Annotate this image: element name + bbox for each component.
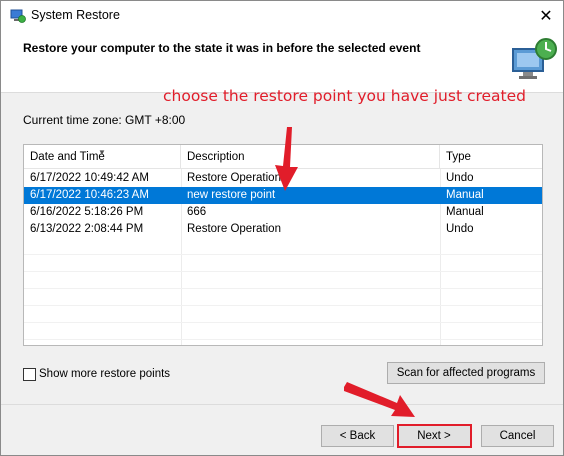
table-row[interactable]: 6/16/2022 5:18:26 PM 666 Manual (24, 204, 542, 221)
table-row[interactable]: 6/13/2022 2:08:44 PM Restore Operation U… (24, 221, 542, 238)
cancel-button[interactable]: Cancel (481, 425, 554, 447)
window-title: System Restore (31, 8, 120, 22)
page-title: Restore your computer to the state it wa… (23, 41, 421, 55)
timezone-label: Current time zone: GMT +8:00 (23, 113, 186, 127)
back-button[interactable]: < Back (321, 425, 394, 447)
cell-date-time: 6/17/2022 10:49:42 AM (30, 172, 149, 184)
row-divider (24, 322, 542, 323)
cell-description: Restore Operation (187, 172, 281, 184)
row-divider (24, 271, 542, 272)
next-button[interactable]: Next > (397, 425, 471, 447)
show-more-restore-points-option[interactable]: Show more restore points (23, 366, 170, 382)
sort-caret-icon: ▼ (98, 148, 106, 157)
cell-type: Manual (446, 189, 484, 201)
close-button[interactable]: ✕ (529, 1, 563, 31)
list-header: ▼ Date and Time Description Type (24, 145, 542, 169)
cell-description: new restore point (187, 189, 276, 201)
column-header-label: Description (187, 151, 245, 163)
show-more-checkbox[interactable] (23, 367, 36, 381)
system-restore-app-icon (10, 9, 26, 23)
cell-type: Manual (446, 206, 484, 218)
row-divider (24, 339, 542, 340)
column-header-label: Date and Time (30, 151, 105, 163)
header-band: Restore your computer to the state it wa… (1, 31, 563, 93)
arrow-to-next-button-icon (344, 382, 415, 417)
cell-date-time: 6/13/2022 2:08:44 PM (30, 223, 144, 235)
system-restore-window: System Restore ✕ Restore your computer t… (0, 0, 564, 456)
table-row-selected[interactable]: 6/17/2022 10:46:23 AM new restore point … (24, 187, 542, 204)
cell-date-time: 6/16/2022 5:18:26 PM (30, 206, 144, 218)
column-header-description[interactable]: Description (181, 145, 440, 169)
column-header-label: Type (446, 151, 471, 163)
cell-type: Undo (446, 172, 474, 184)
cell-type: Undo (446, 223, 474, 235)
column-header-type[interactable]: Type (440, 145, 542, 169)
cell-description: 666 (187, 206, 207, 218)
annotation-text: choose the restore point you have just c… (163, 87, 526, 105)
row-divider (24, 288, 542, 289)
cell-date-time: 6/17/2022 10:46:23 AM (30, 189, 149, 201)
system-restore-icon (512, 38, 557, 79)
row-divider (24, 305, 542, 306)
show-more-label: Show more restore points (39, 368, 171, 380)
close-icon: ✕ (539, 8, 553, 25)
restore-points-list[interactable]: ▼ Date and Time Description Type 6/17/20… (23, 144, 543, 346)
table-row[interactable]: 6/17/2022 10:49:42 AM Restore Operation … (24, 170, 542, 187)
scan-affected-programs-button[interactable]: Scan for affected programs (387, 362, 545, 384)
footer-divider (1, 404, 563, 405)
title-bar[interactable]: System Restore ✕ (1, 1, 563, 31)
cell-description: Restore Operation (187, 223, 281, 235)
row-divider (24, 254, 542, 255)
column-header-date-time[interactable]: ▼ Date and Time (24, 145, 181, 169)
